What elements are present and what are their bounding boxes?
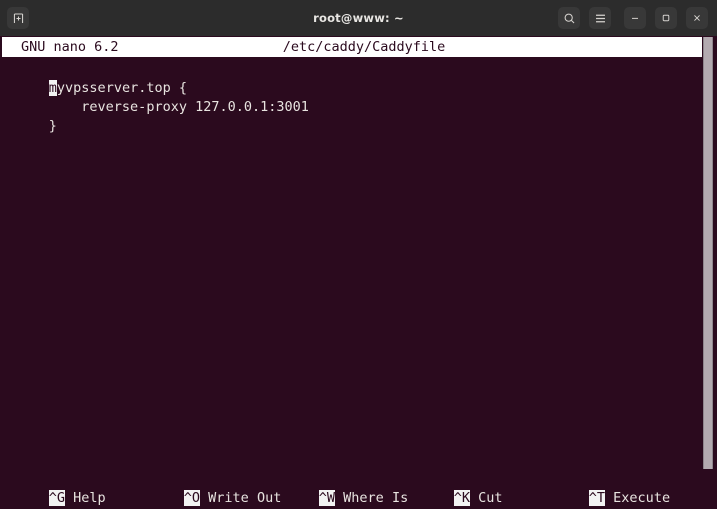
nano-filename-label: /etc/caddy/Caddyfile xyxy=(282,39,446,55)
code-line: myvpsserver.top { xyxy=(0,60,187,96)
scrollbar-thumb[interactable] xyxy=(703,37,713,469)
code-line-text: reverse-proxy 127.0.0.1:3001 xyxy=(48,99,309,115)
nano-text-buffer[interactable]: myvpsserver.top { reverse-proxy 127.0.0.… xyxy=(0,58,717,463)
code-line: reverse-proxy 127.0.0.1:3001 xyxy=(0,79,309,115)
code-line-text: } xyxy=(48,118,57,134)
shortcut-paste[interactable]: ^U Paste xyxy=(405,489,519,508)
shortcut-help[interactable]: ^G Help xyxy=(0,470,106,506)
shortcut-read-file[interactable]: ^R Read File xyxy=(135,489,281,508)
shortcut-replace[interactable]: ^\ Replace xyxy=(270,489,400,508)
code-line: } xyxy=(0,98,57,134)
terminal-window: root@www: ~ GNU nano 6.2 /etc/caddy/Cadd… xyxy=(0,0,717,509)
shortcut-justify[interactable]: ^J Justify xyxy=(540,489,670,508)
window-titlebar: root@www: ~ xyxy=(0,0,717,36)
hamburger-menu-icon[interactable] xyxy=(589,7,611,29)
new-tab-icon[interactable] xyxy=(7,7,29,29)
nano-shortcut-bar: ^G Help ^O Write Out ^W Where Is ^K Cut … xyxy=(0,470,717,509)
close-button[interactable] xyxy=(686,7,708,29)
minimize-button[interactable] xyxy=(624,7,646,29)
shortcut-exit[interactable]: ^X Exit xyxy=(0,489,106,508)
search-icon[interactable] xyxy=(558,7,580,29)
shortcut-where-is[interactable]: ^W Where Is xyxy=(270,470,408,506)
maximize-button[interactable] xyxy=(655,7,677,29)
shortcut-cut[interactable]: ^K Cut xyxy=(405,470,503,506)
nano-header-bar: GNU nano 6.2 /etc/caddy/Caddyfile xyxy=(2,37,708,57)
shortcut-execute[interactable]: ^T Execute xyxy=(540,470,670,506)
shortcut-write-out[interactable]: ^O Write Out xyxy=(135,470,281,506)
